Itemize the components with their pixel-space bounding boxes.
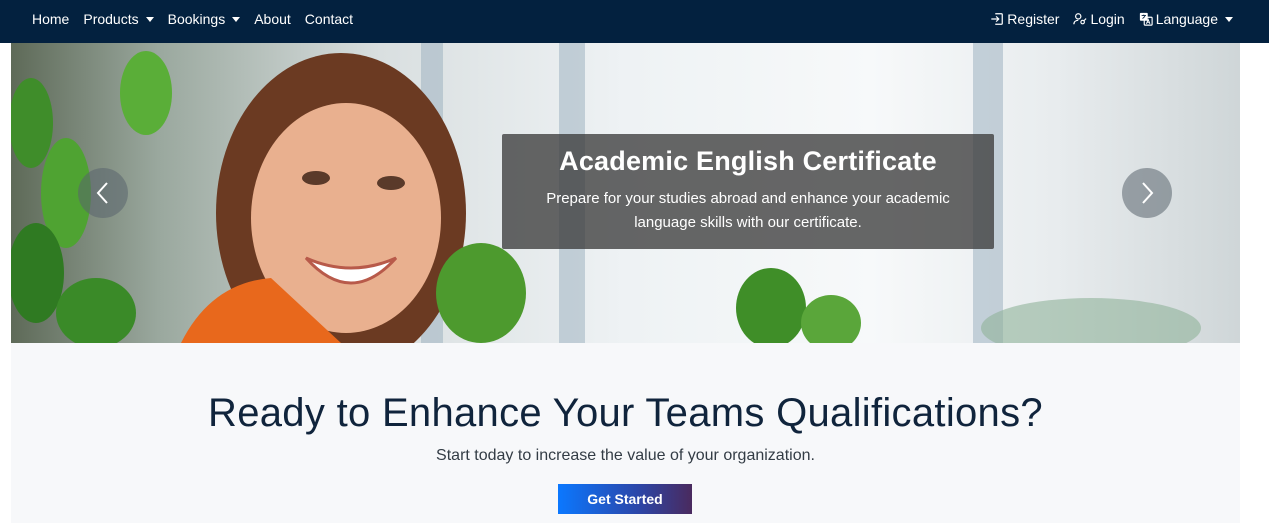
- carousel-prev-button[interactable]: [78, 168, 128, 218]
- user-key-icon: [1073, 13, 1087, 25]
- nav-bookings-label: Bookings: [167, 11, 226, 27]
- nav-about[interactable]: About: [254, 11, 291, 27]
- nav-bookings-dropdown[interactable]: Bookings: [168, 11, 241, 27]
- nav-home-label: Home: [32, 11, 70, 27]
- cta-section: Ready to Enhance Your Teams Qualificatio…: [11, 343, 1240, 523]
- nav-right-group: Register Login Language: [976, 0, 1233, 38]
- nav-products-dropdown[interactable]: Products: [83, 11, 154, 27]
- carousel-next-button[interactable]: [1122, 168, 1172, 218]
- login-label: Login: [1090, 11, 1125, 27]
- nav-about-label: About: [254, 11, 291, 27]
- nav-left-group: Home Products Bookings About Contact: [32, 0, 367, 38]
- language-label: Language: [1155, 11, 1218, 27]
- nav-contact[interactable]: Contact: [305, 11, 353, 27]
- register-label: Register: [1007, 11, 1060, 27]
- nav-contact-label: Contact: [304, 11, 354, 27]
- cta-heading: Ready to Enhance Your Teams Qualificatio…: [208, 391, 1043, 435]
- translate-icon: [1139, 12, 1153, 26]
- caret-down-icon: [232, 16, 241, 22]
- cta-subtext: Start today to increase the value of you…: [436, 447, 815, 464]
- top-navbar: Home Products Bookings About Contact Reg…: [0, 0, 1269, 43]
- chevron-right-icon: [1142, 182, 1154, 204]
- carousel-description: Prepare for your studies abroad and enha…: [546, 190, 950, 231]
- get-started-button[interactable]: Get Started: [558, 484, 692, 514]
- carousel-caption: Academic English Certificate Prepare for…: [502, 134, 994, 249]
- register-link[interactable]: Register: [990, 11, 1059, 27]
- carousel-title: Academic English Certificate: [559, 146, 937, 176]
- hero-carousel: Academic English Certificate Prepare for…: [11, 43, 1240, 343]
- chevron-left-icon: [96, 182, 108, 204]
- sign-in-icon: [991, 13, 1004, 25]
- nav-products-label: Products: [83, 11, 139, 27]
- nav-home[interactable]: Home: [32, 11, 69, 27]
- caret-down-icon: [145, 16, 154, 22]
- language-dropdown[interactable]: Language: [1139, 11, 1233, 27]
- caret-down-icon: [1225, 16, 1233, 22]
- login-link[interactable]: Login: [1073, 11, 1125, 27]
